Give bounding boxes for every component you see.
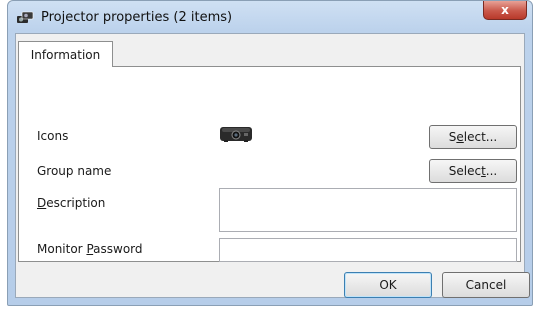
description-label: Description [37, 196, 106, 210]
close-button[interactable]: x [483, 1, 527, 20]
projector-properties-dialog: Projector properties (2 items) x Informa… [7, 0, 533, 306]
cancel-button[interactable]: Cancel [442, 272, 530, 298]
window-title: Projector properties (2 items) [41, 10, 233, 25]
group-name-select-button-label: Select... [448, 164, 498, 178]
icons-select-button-label: Select... [448, 130, 498, 144]
monitor-password-field[interactable] [219, 238, 517, 262]
ok-button[interactable]: OK [344, 272, 432, 298]
ok-button-label: OK [379, 278, 397, 292]
tab-information[interactable]: Information [18, 41, 113, 67]
icons-select-button[interactable]: Select... [429, 125, 517, 149]
projector-icon [219, 125, 253, 143]
group-name-label: Group name [37, 164, 112, 178]
dialog-client-area: Information Icons Select... Group name S… [15, 33, 530, 298]
tab-label: Information [30, 47, 101, 62]
description-field[interactable] [219, 188, 517, 232]
information-panel: Icons Select... Group name Select... Des… [18, 66, 521, 262]
monitor-password-label: Monitor Password [37, 242, 143, 256]
title-bar[interactable]: Projector properties (2 items) x [8, 1, 532, 33]
cancel-button-label: Cancel [465, 278, 507, 292]
close-icon: x [501, 3, 509, 17]
icons-label: Icons [37, 129, 69, 143]
projector-group-icon [16, 11, 34, 25]
group-name-select-button[interactable]: Select... [429, 159, 517, 183]
